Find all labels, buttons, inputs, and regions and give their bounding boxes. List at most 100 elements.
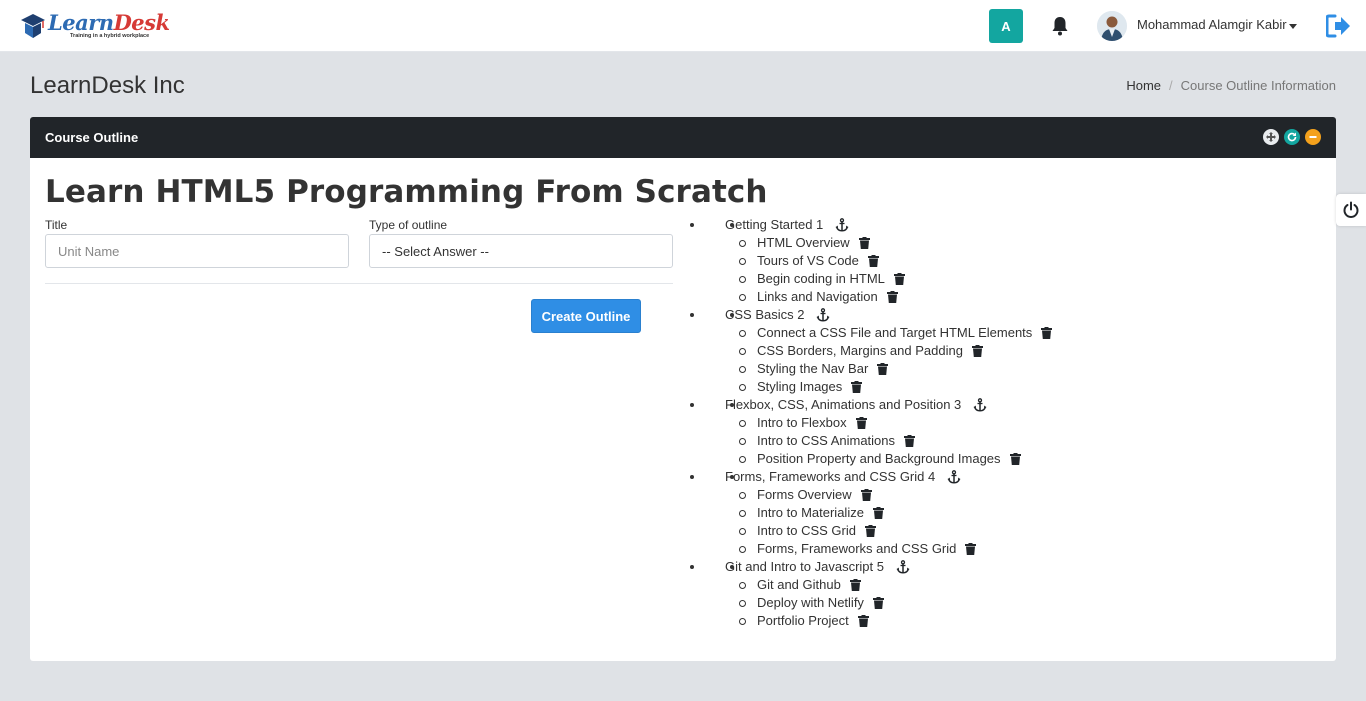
anchor-icon[interactable] bbox=[835, 218, 849, 232]
outline-lesson: Styling Images bbox=[725, 378, 1052, 396]
user-avatar[interactable] bbox=[1097, 11, 1127, 41]
chevron-down-icon[interactable] bbox=[1289, 24, 1297, 29]
card-header: Course Outline bbox=[30, 117, 1336, 158]
trash-icon[interactable] bbox=[965, 543, 977, 555]
anchor-icon[interactable] bbox=[896, 560, 910, 574]
trash-icon[interactable] bbox=[849, 579, 861, 591]
anchor-icon[interactable] bbox=[947, 470, 961, 484]
outline-lesson-row: Deploy with Netlify bbox=[738, 594, 1052, 612]
outline-lesson-label: Portfolio Project bbox=[757, 613, 849, 628]
trash-icon[interactable] bbox=[860, 489, 872, 501]
outline-lesson: Deploy with Netlify bbox=[725, 594, 1052, 612]
outline-lesson-label: Styling Images bbox=[757, 379, 843, 394]
outline-lesson: Intro to Flexbox bbox=[725, 414, 1052, 432]
outline-lesson-row: Git and Github bbox=[738, 576, 1052, 594]
outline-lesson: Styling the Nav Bar bbox=[725, 360, 1052, 378]
outline-lesson-label: Intro to CSS Animations bbox=[757, 433, 896, 448]
outline-unit: Getting Started 1 HTML Overview Tours of V… bbox=[705, 216, 1052, 306]
trash-icon[interactable] bbox=[971, 345, 983, 357]
trash-icon[interactable] bbox=[867, 255, 879, 267]
page-title: LearnDesk Inc bbox=[30, 72, 185, 99]
outline-lesson-row: Connect a CSS File and Target HTML Eleme… bbox=[738, 324, 1053, 342]
trash-icon[interactable] bbox=[851, 381, 863, 393]
card-title: Course Outline bbox=[45, 130, 139, 145]
trash-icon[interactable] bbox=[855, 417, 867, 429]
outline-lesson: Portfolio Project bbox=[725, 612, 1052, 630]
unit-name-input[interactable] bbox=[45, 234, 349, 268]
lesson-list: Intro to Flexbox Intro to CSS Animations P… bbox=[725, 414, 1052, 468]
outline-lesson: CSS Borders, Margins and Padding bbox=[725, 342, 1052, 360]
outline-unit: Git and Intro to Javascript 5 Git and Git… bbox=[705, 558, 1052, 630]
outline-lesson-row: CSS Borders, Margins and Padding bbox=[738, 342, 1052, 360]
top-navbar: LearnDesk Training in a hybrid workplace… bbox=[0, 0, 1366, 52]
trash-icon[interactable] bbox=[857, 615, 869, 627]
outline-lesson-label: CSS Borders, Margins and Padding bbox=[757, 343, 963, 358]
outline-lesson-row: Position Property and Background Images bbox=[738, 450, 1052, 468]
outline-lesson-row: Styling the Nav Bar bbox=[738, 360, 1052, 378]
outline-lesson-row: Intro to Flexbox bbox=[738, 414, 1052, 432]
course-outline-card: Course Outline Learn HTML5 Programming F… bbox=[30, 117, 1336, 661]
outline-lesson: Forms Overview bbox=[725, 486, 1052, 504]
trash-icon[interactable] bbox=[893, 273, 905, 285]
anchor-icon[interactable] bbox=[816, 308, 830, 322]
power-icon bbox=[1343, 201, 1359, 218]
outline-lesson-row: Tours of VS Code bbox=[738, 252, 1052, 270]
lesson-list: Forms Overview Intro to Materialize Intro … bbox=[725, 486, 1052, 558]
account-initial-button[interactable]: A bbox=[989, 9, 1023, 43]
trash-icon[interactable] bbox=[872, 597, 884, 609]
outline-type-select[interactable]: -- Select Answer -- bbox=[369, 234, 673, 268]
outline-lesson-row: Portfolio Project bbox=[738, 612, 1052, 630]
refresh-icon[interactable] bbox=[1284, 129, 1300, 145]
trash-icon[interactable] bbox=[1041, 327, 1053, 339]
outline-lesson-label: Tours of VS Code bbox=[757, 253, 859, 268]
outline-unit: CSS Basics 2 Connect a CSS File and Targe… bbox=[705, 306, 1053, 396]
outline-unit-row: Getting Started 1 bbox=[725, 216, 1052, 234]
breadcrumb-home-link[interactable]: Home bbox=[1126, 78, 1161, 93]
lesson-list: Git and Github Deploy with Netlify Portfol… bbox=[725, 576, 1052, 630]
anchor-icon[interactable] bbox=[973, 398, 987, 412]
outline-unit-label: Git and Intro to Javascript 5 bbox=[725, 559, 884, 574]
breadcrumb: Home / Course Outline Information bbox=[1126, 78, 1336, 93]
lesson-list: Connect a CSS File and Target HTML Eleme… bbox=[725, 324, 1053, 396]
outline-lesson-row: Intro to Materialize bbox=[738, 504, 1052, 522]
outline-unit-label: Getting Started 1 bbox=[725, 217, 824, 232]
move-icon[interactable] bbox=[1263, 129, 1279, 145]
outline-lesson-row: Intro to CSS Animations bbox=[738, 432, 1052, 450]
learndesk-logo[interactable]: LearnDesk Training in a hybrid workplace bbox=[20, 10, 170, 42]
course-title: Learn HTML5 Programming From Scratch bbox=[45, 174, 768, 210]
trash-icon[interactable] bbox=[877, 363, 889, 375]
outline-unit-row: Forms, Frameworks and CSS Grid 4 bbox=[725, 468, 1052, 486]
lesson-list: HTML Overview Tours of VS Code Begin codin… bbox=[725, 234, 1052, 306]
breadcrumb-current: Course Outline Information bbox=[1180, 78, 1336, 93]
outline-lesson-label: Intro to Flexbox bbox=[757, 415, 847, 430]
bell-icon[interactable] bbox=[1051, 16, 1069, 36]
trash-icon[interactable] bbox=[886, 291, 898, 303]
trash-icon[interactable] bbox=[864, 525, 876, 537]
outline-lesson-row: Intro to CSS Grid bbox=[738, 522, 1052, 540]
outline-lesson-label: HTML Overview bbox=[757, 235, 850, 250]
outline-lesson: Intro to CSS Animations bbox=[725, 432, 1052, 450]
outline-lesson-label: Begin coding in HTML bbox=[757, 271, 885, 286]
course-outline-tree: Getting Started 1 HTML Overview Tours of V… bbox=[705, 216, 1053, 630]
outline-lesson: Intro to Materialize bbox=[725, 504, 1052, 522]
outline-lesson: Git and Github bbox=[725, 576, 1052, 594]
logo-text-desk: Desk bbox=[113, 9, 170, 35]
outline-lesson-label: Forms Overview bbox=[757, 487, 852, 502]
trash-icon[interactable] bbox=[872, 507, 884, 519]
create-outline-button[interactable]: Create Outline bbox=[531, 299, 641, 333]
outline-type-label: Type of outline bbox=[369, 218, 448, 232]
outline-lesson-label: Forms, Frameworks and CSS Grid bbox=[757, 541, 957, 556]
title-label: Title bbox=[45, 218, 68, 232]
collapse-icon[interactable] bbox=[1305, 129, 1321, 145]
user-name[interactable]: Mohammad Alamgir Kabir bbox=[1137, 17, 1287, 32]
trash-icon[interactable] bbox=[904, 435, 916, 447]
outline-lesson-label: Intro to Materialize bbox=[757, 505, 864, 520]
trash-icon[interactable] bbox=[858, 237, 870, 249]
outline-lesson-row: Forms, Frameworks and CSS Grid bbox=[738, 540, 1052, 558]
logout-icon[interactable] bbox=[1326, 14, 1352, 38]
power-tab[interactable] bbox=[1336, 194, 1366, 226]
outline-unit-row: Git and Intro to Javascript 5 bbox=[725, 558, 1052, 576]
outline-lesson-label: Intro to CSS Grid bbox=[757, 523, 856, 538]
outline-type-selected-value: -- Select Answer -- bbox=[382, 243, 489, 259]
trash-icon[interactable] bbox=[1009, 453, 1021, 465]
